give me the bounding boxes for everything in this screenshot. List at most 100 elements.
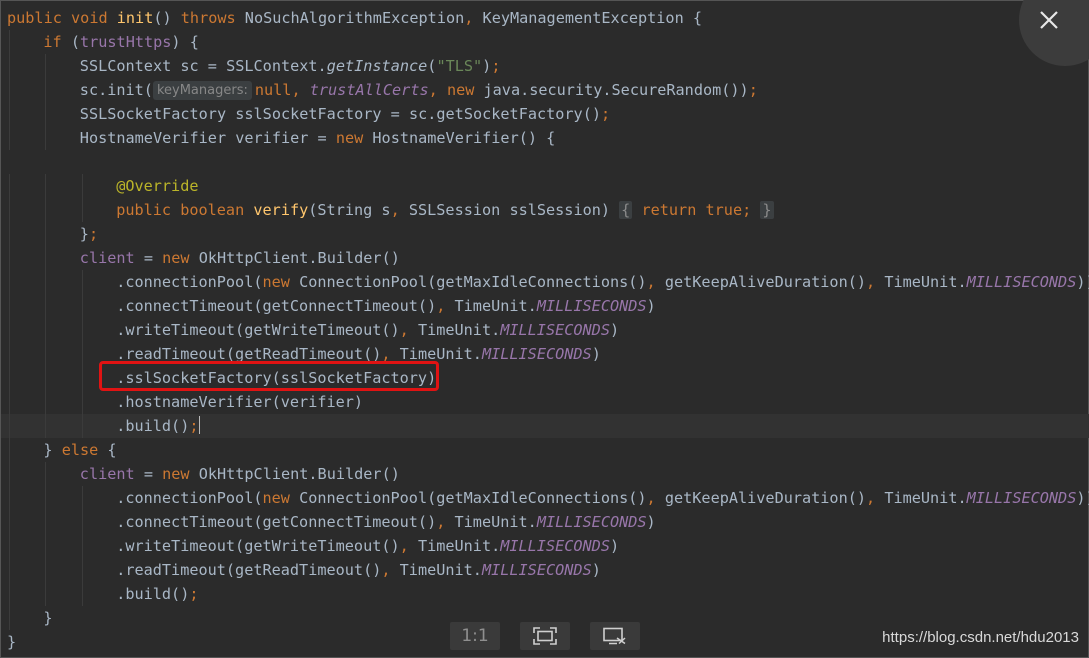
- indent-guide: [9, 270, 10, 294]
- code-line: .connectTimeout(getConnectTimeout(), Tim…: [1, 294, 1089, 318]
- code-line-text: }: [43, 609, 53, 627]
- code-line: public void init() throws NoSuchAlgorith…: [1, 6, 1089, 30]
- indent-guide: [9, 390, 10, 414]
- code-line-text: .connectionPool(new ConnectionPool(getMa…: [116, 489, 1089, 507]
- indent-guide: [81, 198, 83, 222]
- zoom-actual-size-button[interactable]: 1:1: [450, 622, 500, 650]
- code-line: sc.init(keyManagers: null, trustAllCerts,…: [1, 78, 1089, 102]
- code-line-text: .connectionPool(new ConnectionPool(getMa…: [116, 273, 1089, 291]
- close-icon: [1040, 11, 1058, 29]
- indent-guide: [81, 270, 83, 294]
- indent-guide: [9, 606, 10, 630]
- indent-guide: [45, 414, 47, 438]
- indent-guide: [45, 270, 47, 294]
- code-line-text: .build();: [116, 585, 199, 603]
- code-line: if (trustHttps) {: [1, 30, 1089, 54]
- code-line: public boolean verify(String s, SSLSessi…: [1, 198, 1089, 222]
- watermark: https://blog.csdn.net/hdu2013: [882, 629, 1079, 646]
- indent-guide: [45, 390, 47, 414]
- code-line: .writeTimeout(getWriteTimeout(), TimeUni…: [1, 534, 1089, 558]
- code-line: .writeTimeout(getWriteTimeout(), TimeUni…: [1, 318, 1089, 342]
- code-line: .readTimeout(getReadTimeout(), TimeUnit.…: [1, 558, 1089, 582]
- folded-block: }: [760, 201, 774, 219]
- code-line-text: public boolean verify(String s, SSLSessi…: [116, 201, 774, 219]
- indent-guide: [45, 582, 47, 606]
- code-line: client = new OkHttpClient.Builder(): [1, 246, 1089, 270]
- code-line-text: .writeTimeout(getWriteTimeout(), TimeUni…: [116, 537, 620, 555]
- code-line-text: .writeTimeout(getWriteTimeout(), TimeUni…: [116, 321, 620, 339]
- indent-guide: [81, 558, 83, 582]
- indent-guide: [45, 366, 47, 390]
- indent-guide: [45, 198, 47, 222]
- indent-guide: [45, 126, 47, 150]
- indent-guide: [9, 318, 10, 342]
- code-line-text: client = new OkHttpClient.Builder(): [79, 465, 400, 483]
- parameter-hint: keyManagers:: [152, 81, 252, 100]
- code-line-text: sc.init(keyManagers: null, trustAllCerts,…: [79, 81, 758, 100]
- code-line-text: SSLSocketFactory sslSocketFactory = sc.g…: [79, 105, 611, 123]
- indent-guide: [45, 342, 47, 366]
- code-line-text: SSLContext sc = SSLContext.getInstance("…: [79, 57, 501, 75]
- code-line-text: if (trustHttps) {: [43, 33, 199, 51]
- indent-guide: [9, 102, 10, 126]
- code-editor[interactable]: public void init() throws NoSuchAlgorith…: [1, 6, 1089, 654]
- code-line-text: @Override: [116, 177, 199, 195]
- indent-guide: [45, 486, 47, 510]
- crop-button[interactable]: [590, 622, 640, 650]
- indent-guide: [9, 486, 10, 510]
- indent-guide: [9, 462, 10, 486]
- fit-screen-icon: [533, 627, 557, 645]
- indent-guide: [81, 174, 83, 198]
- indent-guide: [45, 294, 47, 318]
- code-line: SSLSocketFactory sslSocketFactory = sc.g…: [1, 102, 1089, 126]
- indent-guide: [9, 294, 10, 318]
- text-cursor: [198, 416, 200, 434]
- indent-guide: [81, 366, 83, 390]
- indent-guide: [45, 222, 47, 246]
- code-line: HostnameVerifier verifier = new Hostname…: [1, 126, 1089, 150]
- code-line: .build();: [1, 582, 1089, 606]
- indent-guide: [9, 174, 10, 198]
- code-line-text: .build();: [116, 416, 200, 435]
- highlight-box: [99, 361, 439, 391]
- image-viewer-window: public void init() throws NoSuchAlgorith…: [0, 0, 1089, 658]
- indent-guide: [9, 510, 10, 534]
- indent-guide: [9, 126, 10, 150]
- indent-guide: [45, 78, 47, 102]
- indent-guide: [9, 78, 10, 102]
- code-line-text: public void init() throws NoSuchAlgorith…: [7, 9, 702, 27]
- indent-guide: [81, 342, 83, 366]
- indent-guide: [9, 222, 10, 246]
- screenshot-crop-icon: [603, 627, 626, 645]
- indent-guide: [45, 174, 47, 198]
- code-line-text: };: [79, 225, 99, 243]
- code-line-text: .connectTimeout(getConnectTimeout(), Tim…: [116, 297, 656, 315]
- code-line: .connectionPool(new ConnectionPool(getMa…: [1, 486, 1089, 510]
- indent-guide: [45, 534, 47, 558]
- code-line-text: client = new OkHttpClient.Builder(): [79, 249, 400, 267]
- fit-screen-button[interactable]: [520, 622, 570, 650]
- code-line: .connectionPool(new ConnectionPool(getMa…: [1, 270, 1089, 294]
- indent-guide: [45, 246, 47, 270]
- indent-guide: [9, 582, 10, 606]
- indent-guide: [45, 558, 47, 582]
- indent-guide: [81, 486, 83, 510]
- indent-guide: [9, 342, 10, 366]
- indent-guide: [81, 510, 83, 534]
- code-line: } else {: [1, 438, 1089, 462]
- indent-guide: [81, 534, 83, 558]
- code-line-text: .connectTimeout(getConnectTimeout(), Tim…: [116, 513, 656, 531]
- indent-guide: [81, 582, 83, 606]
- indent-guide: [9, 366, 10, 390]
- indent-guide: [9, 558, 10, 582]
- code-line-text: .readTimeout(getReadTimeout(), TimeUnit.…: [116, 561, 601, 579]
- indent-guide: [81, 390, 83, 414]
- indent-guide: [9, 54, 10, 78]
- code-line: .hostnameVerifier(verifier): [1, 390, 1089, 414]
- indent-guide: [9, 198, 10, 222]
- code-line-text: .hostnameVerifier(verifier): [116, 393, 364, 411]
- indent-guide: [81, 318, 83, 342]
- indent-guide: [45, 510, 47, 534]
- code-line-text: }: [7, 633, 17, 651]
- code-line: @Override: [1, 174, 1089, 198]
